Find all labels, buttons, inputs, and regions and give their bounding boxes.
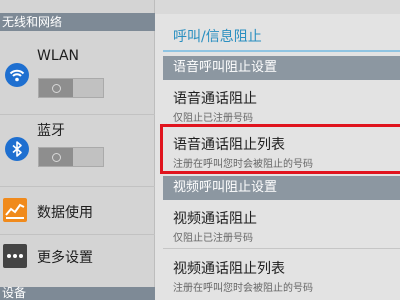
- settings-sidebar: 无线和网络 WLAN 蓝牙 数据使用 更多设置 设备: [0, 0, 155, 300]
- sidebar-item-data-usage[interactable]: 数据使用: [0, 190, 155, 232]
- sidebar-item-label: 数据使用: [37, 205, 93, 221]
- item-title: 视频通话阻止: [173, 211, 257, 227]
- item-subtitle: 注册在呼叫您时会被阻止的号码: [173, 283, 313, 294]
- sidebar-item-label: WLAN: [37, 48, 80, 64]
- item-title: 语音通话阻止列表: [173, 137, 285, 153]
- top-strip: [155, 0, 400, 14]
- data-usage-icon: [2, 197, 28, 223]
- divider: [163, 248, 400, 249]
- sidebar-item-bluetooth[interactable]: 蓝牙: [0, 118, 155, 182]
- item-subtitle: 仅阻止已注册号码: [173, 113, 253, 124]
- wifi-icon: [4, 62, 30, 88]
- sidebar-item-label: 蓝牙: [37, 123, 65, 139]
- bluetooth-toggle[interactable]: [38, 147, 104, 167]
- voice-call-block-item[interactable]: 语音通话阻止 仅阻止已注册号码: [163, 80, 400, 124]
- section-header-video: 视频呼叫阻止设置: [163, 176, 400, 200]
- more-settings-icon: [2, 243, 28, 269]
- bluetooth-icon: [4, 136, 30, 162]
- sidebar-item-wlan[interactable]: WLAN: [0, 40, 155, 102]
- sidebar-section-header-wireless: 无线和网络: [0, 13, 155, 31]
- wlan-toggle[interactable]: [38, 78, 104, 98]
- divider: [0, 234, 155, 235]
- voice-call-block-list-item[interactable]: 语音通话阻止列表 注册在呼叫您时会被阻止的号码: [163, 126, 400, 172]
- sidebar-item-label: 更多设置: [37, 250, 93, 266]
- sidebar-section-header-device: 设备: [0, 287, 155, 300]
- item-title: 视频通话阻止列表: [173, 261, 285, 277]
- sidebar-item-more-settings[interactable]: 更多设置: [0, 236, 155, 278]
- title-underline: [163, 50, 400, 52]
- toggle-knob: [39, 79, 73, 97]
- toggle-knob: [39, 148, 73, 166]
- item-title: 语音通话阻止: [173, 91, 257, 107]
- item-subtitle: 注册在呼叫您时会被阻止的号码: [173, 159, 313, 170]
- divider: [0, 186, 155, 187]
- divider: [0, 114, 155, 115]
- page-title: 呼叫/信息阻止: [173, 29, 262, 45]
- section-header-voice: 语音呼叫阻止设置: [163, 56, 400, 80]
- item-subtitle: 仅阻止已注册号码: [173, 233, 253, 244]
- call-block-settings-pane: 呼叫/信息阻止 语音呼叫阻止设置 语音通话阻止 仅阻止已注册号码 语音通话阻止列…: [155, 0, 400, 300]
- video-call-block-list-item[interactable]: 视频通话阻止列表 注册在呼叫您时会被阻止的号码: [163, 250, 400, 300]
- video-call-block-item[interactable]: 视频通话阻止 仅阻止已注册号码: [163, 200, 400, 246]
